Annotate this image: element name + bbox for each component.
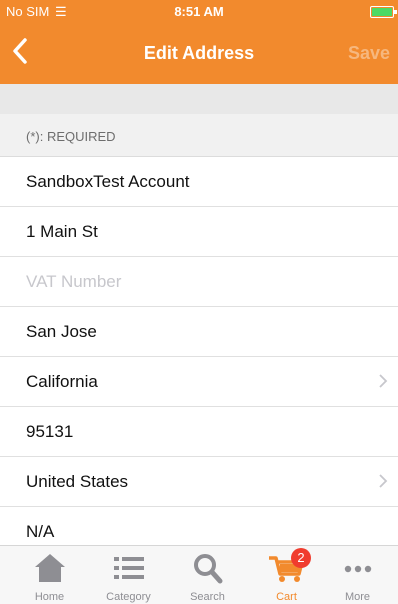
zip-row <box>0 407 398 457</box>
search-icon <box>193 554 222 584</box>
chevron-right-icon <box>379 474 388 488</box>
status-time: 8:51 AM <box>174 4 224 19</box>
state-value: California <box>26 372 98 391</box>
country-row[interactable]: United States <box>0 457 398 507</box>
required-note: (*): REQUIRED <box>26 129 116 144</box>
name-row <box>0 157 398 207</box>
battery-icon <box>370 6 397 18</box>
zip-field[interactable] <box>26 407 356 456</box>
vat-row <box>0 257 398 307</box>
tab-home[interactable]: Home <box>10 546 89 604</box>
back-button[interactable] <box>4 22 54 84</box>
navigation-bar: Edit Address Save <box>0 22 398 84</box>
state-row[interactable]: California <box>0 357 398 407</box>
cart-badge: 2 <box>291 548 311 568</box>
tab-bar: Home Category Search 2 Cart More <box>0 545 398 604</box>
tab-label: Category <box>106 591 151 603</box>
status-bar: No SIM ☰ 8:51 AM <box>0 0 398 22</box>
tab-label: More <box>344 591 371 603</box>
tab-label: Search <box>190 591 225 603</box>
street-field[interactable] <box>26 207 356 256</box>
city-row <box>0 307 398 357</box>
more-icon <box>344 565 371 573</box>
required-note-bar: (*): REQUIRED <box>0 114 398 157</box>
tab-label: Cart <box>276 591 297 603</box>
chevron-left-icon <box>13 38 27 64</box>
chevron-right-icon <box>379 374 388 388</box>
name-field[interactable] <box>26 157 356 206</box>
tab-category[interactable]: Category <box>89 546 168 604</box>
section-spacer <box>0 84 398 114</box>
tab-more[interactable]: More <box>318 546 397 604</box>
country-value: United States <box>26 472 129 491</box>
list-icon <box>113 557 144 579</box>
vat-number-field[interactable] <box>26 257 356 306</box>
save-button[interactable]: Save <box>348 22 398 84</box>
address-form: California United States <box>0 157 398 557</box>
page-title: Edit Address <box>143 43 255 63</box>
street-row <box>0 207 398 257</box>
tab-search[interactable]: Search <box>168 546 247 604</box>
header: No SIM ☰ 8:51 AM Edit Address Save <box>0 0 398 84</box>
home-icon <box>34 554 65 582</box>
tab-label: Home <box>34 591 65 603</box>
city-field[interactable] <box>26 307 356 356</box>
tab-cart[interactable]: 2 Cart <box>247 546 326 604</box>
